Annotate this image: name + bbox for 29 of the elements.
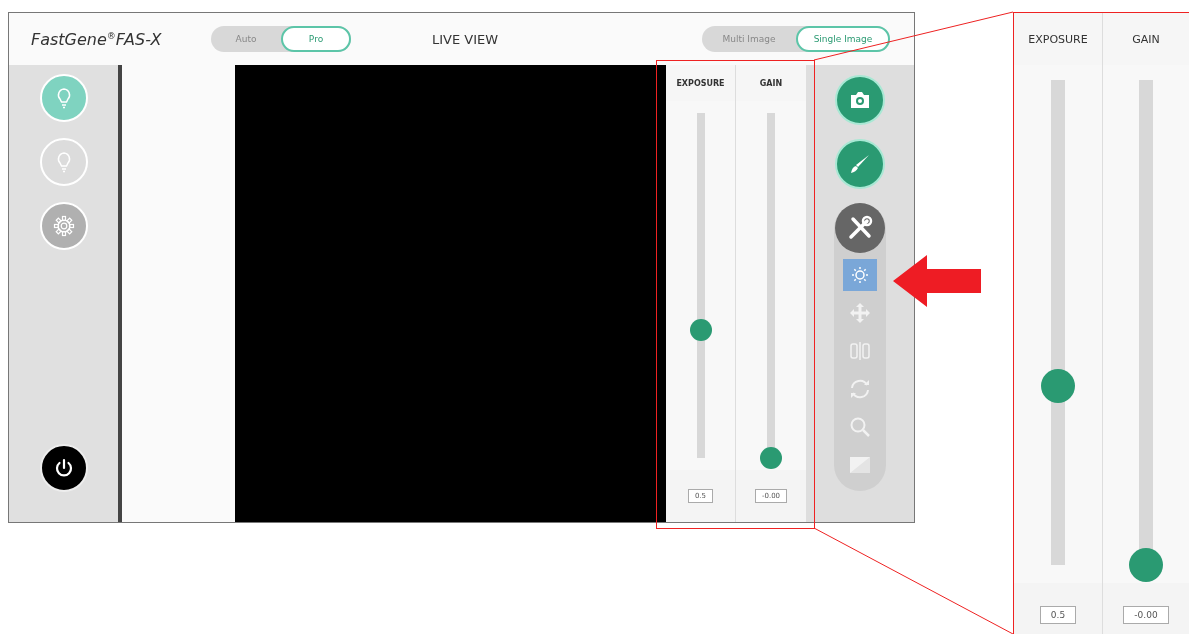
light-bulb-icon (55, 87, 72, 109)
settings-button[interactable] (39, 202, 88, 250)
slider-thumb[interactable] (689, 319, 712, 342)
brush-icon (848, 152, 872, 176)
image-mode-toggle[interactable]: Single Image (796, 26, 890, 52)
logo: FastGene$^{®}$FAS-X (31, 29, 163, 49)
light-button[interactable] (39, 74, 88, 122)
split-view-icon (849, 340, 871, 362)
value-field[interactable]: 0.5 (1039, 606, 1077, 624)
slider-thumb[interactable] (760, 447, 782, 469)
slider-thumb[interactable] (1041, 368, 1075, 403)
tools-button[interactable] (835, 203, 885, 253)
contrast-icon (849, 456, 871, 474)
value-field[interactable]: -0.00 (1123, 606, 1169, 624)
rotate-icon (848, 377, 872, 401)
window-title: LIVE VIEW (432, 31, 500, 47)
brightness-tool-button[interactable] (843, 259, 877, 291)
sun-icon (850, 265, 870, 285)
mode-toggle[interactable]: Pro (281, 26, 351, 52)
brush-button[interactable] (835, 139, 885, 189)
camera-button[interactable] (835, 75, 885, 125)
slider-thumb[interactable] (1129, 548, 1163, 582)
power-button[interactable] (39, 444, 88, 492)
move-arrows-icon (849, 302, 871, 324)
wrench-screwdriver-icon (847, 215, 873, 241)
camera-icon (849, 91, 871, 109)
search-icon (849, 416, 871, 438)
light-bulb-icon (55, 151, 72, 173)
settings-icon (52, 215, 75, 237)
